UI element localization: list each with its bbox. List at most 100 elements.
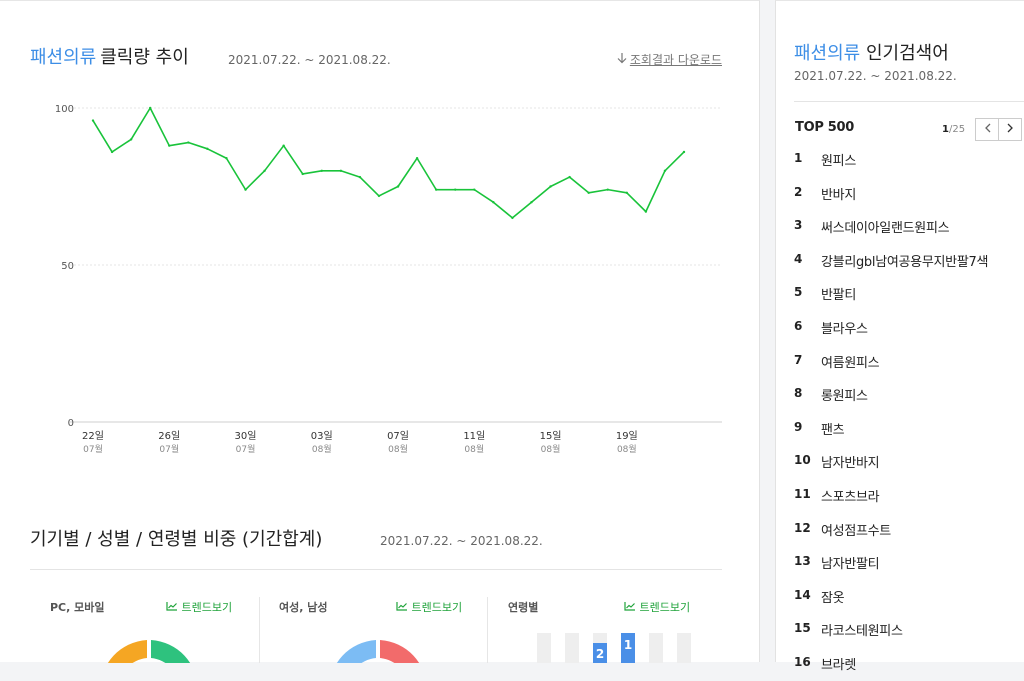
data-point[interactable] <box>168 144 171 147</box>
data-point[interactable] <box>339 169 343 172</box>
data-point[interactable] <box>454 188 457 191</box>
data-point[interactable] <box>606 188 609 191</box>
data-point[interactable] <box>434 188 438 191</box>
data-point[interactable] <box>244 188 247 191</box>
category-name: 패션의류 <box>794 43 861 64</box>
keyword-list-item[interactable]: 3 써스데이아일랜드원피스 <box>794 210 1024 244</box>
keyword-list-item[interactable]: 14 잠옷 <box>794 580 1024 614</box>
data-point[interactable] <box>530 201 533 204</box>
data-point[interactable] <box>129 138 133 141</box>
data-point[interactable] <box>625 191 629 194</box>
x-tick-day: 22일 <box>82 430 104 442</box>
data-point[interactable] <box>320 169 323 172</box>
keyword-list-item[interactable]: 10 남자반바지 <box>794 445 1024 479</box>
x-tick-month: 08월 <box>541 443 561 455</box>
data-point[interactable] <box>263 169 266 172</box>
keyword-rank: 7 <box>794 352 803 367</box>
data-point[interactable] <box>473 188 476 191</box>
keyword-name: 강블리gbl남여공용무지반팔7색 <box>821 254 989 270</box>
data-point[interactable] <box>415 157 419 160</box>
data-point[interactable] <box>492 201 495 204</box>
age-trend-button[interactable]: 트렌드보기 <box>624 599 690 615</box>
data-point[interactable] <box>187 141 190 144</box>
keyword-rank: 3 <box>794 218 803 233</box>
x-tick-day: 07일 <box>387 430 409 442</box>
keyword-name: 라코스테원피스 <box>821 624 903 640</box>
data-point[interactable] <box>587 191 590 194</box>
keyword-list-item[interactable]: 13 남자반팔티 <box>794 546 1024 580</box>
pc-share-arc <box>107 640 147 663</box>
x-tick-day: 26일 <box>158 430 180 442</box>
keyword-list-item[interactable]: 4 강블리gbl남여공용무지반팔7색 <box>794 244 1024 278</box>
keyword-list: 1 원피스 2 반바지 3 써스데이아일랜드원피스 4 강블리gbl남여공용무지반팔7색 5 반팔… <box>794 143 1024 681</box>
page-current: 1 <box>942 124 949 135</box>
data-point[interactable] <box>644 210 648 213</box>
keyword-name: 여성점프수트 <box>821 523 891 539</box>
x-tick-month: 07월 <box>159 443 179 455</box>
main-panel: 패션의류 클릭량 추이 2021.07.22. ~ 2021.08.22. 조회결… <box>0 0 760 663</box>
y-tick-label: 50 <box>61 261 74 272</box>
section-divider <box>30 569 722 570</box>
x-tick-day: 19일 <box>616 430 638 442</box>
breakdown-period: 2021.07.22. ~ 2021.08.22. <box>380 534 543 548</box>
keyword-list-item[interactable]: 12 여성점프수트 <box>794 513 1024 547</box>
x-tick-month: 07월 <box>236 443 256 455</box>
keyword-rank: 10 <box>794 453 811 468</box>
data-point[interactable] <box>91 119 95 122</box>
keyword-list-item[interactable]: 11 스포츠브라 <box>794 479 1024 513</box>
data-point[interactable] <box>358 175 362 179</box>
next-page-button[interactable] <box>998 118 1022 141</box>
data-point[interactable] <box>549 185 552 188</box>
download-results-link[interactable]: 조회결과 다운로드 <box>617 51 722 68</box>
download-label: 조회결과 다운로드 <box>629 53 722 67</box>
data-point[interactable] <box>301 172 304 176</box>
mobile-share-arc <box>151 640 191 663</box>
keyword-rank: 5 <box>794 285 803 300</box>
keyword-list-item[interactable]: 5 반팔티 <box>794 277 1024 311</box>
age-bar-track <box>565 633 579 663</box>
page-total: /25 <box>948 124 966 135</box>
data-point[interactable] <box>110 150 114 154</box>
data-point[interactable] <box>511 216 514 220</box>
data-point[interactable] <box>396 185 400 188</box>
keyword-rank: 6 <box>794 318 803 333</box>
keyword-rank: 13 <box>794 554 811 569</box>
keyword-rank: 8 <box>794 386 803 401</box>
trend-chart-icon <box>624 601 636 614</box>
data-point[interactable] <box>682 150 686 154</box>
data-point[interactable] <box>663 169 667 172</box>
category-name: 패션의류 <box>30 47 97 68</box>
keyword-rank: 14 <box>794 587 811 602</box>
keyword-name: 원피스 <box>821 154 856 169</box>
prev-page-button[interactable] <box>975 118 999 141</box>
data-point[interactable] <box>568 175 571 179</box>
keyword-name: 잠옷 <box>821 590 845 606</box>
x-tick-month: 07월 <box>83 443 103 455</box>
data-point[interactable] <box>282 144 285 147</box>
keyword-list-item[interactable]: 15 라코스테원피스 <box>794 613 1024 647</box>
data-point[interactable] <box>225 157 228 160</box>
data-point[interactable] <box>206 147 209 151</box>
keyword-list-item[interactable]: 9 팬츠 <box>794 412 1024 446</box>
series-line <box>92 107 685 219</box>
keyword-list-item[interactable]: 7 여름원피스 <box>794 345 1024 379</box>
chart-title-text: 클릭량 추이 <box>100 47 189 68</box>
x-tick-month: 08월 <box>388 443 408 455</box>
device-donut-chart <box>107 640 191 663</box>
keyword-list-item[interactable]: 1 원피스 <box>794 143 1024 177</box>
keyword-name: 반바지 <box>821 187 856 203</box>
sidebar-divider <box>794 101 1024 102</box>
female-share-arc <box>380 640 420 663</box>
gender-donut-chart <box>336 640 420 663</box>
keyword-list-item[interactable]: 2 반바지 <box>794 177 1024 211</box>
keyword-list-item[interactable]: 8 롱원피스 <box>794 378 1024 412</box>
keyword-list-item[interactable]: 6 블라우스 <box>794 311 1024 345</box>
keyword-rank: 11 <box>794 486 811 501</box>
data-point[interactable] <box>377 194 381 198</box>
age-bar-chart: 2 1 <box>537 633 691 663</box>
keyword-list-item[interactable]: 16 브라렛 <box>794 647 1024 681</box>
keyword-rank: 9 <box>794 419 803 434</box>
device-breakdown: PC, 모바일 트렌드보기 <box>30 579 260 663</box>
data-point[interactable] <box>148 106 152 110</box>
page-indicator: 1/25 <box>942 124 965 135</box>
